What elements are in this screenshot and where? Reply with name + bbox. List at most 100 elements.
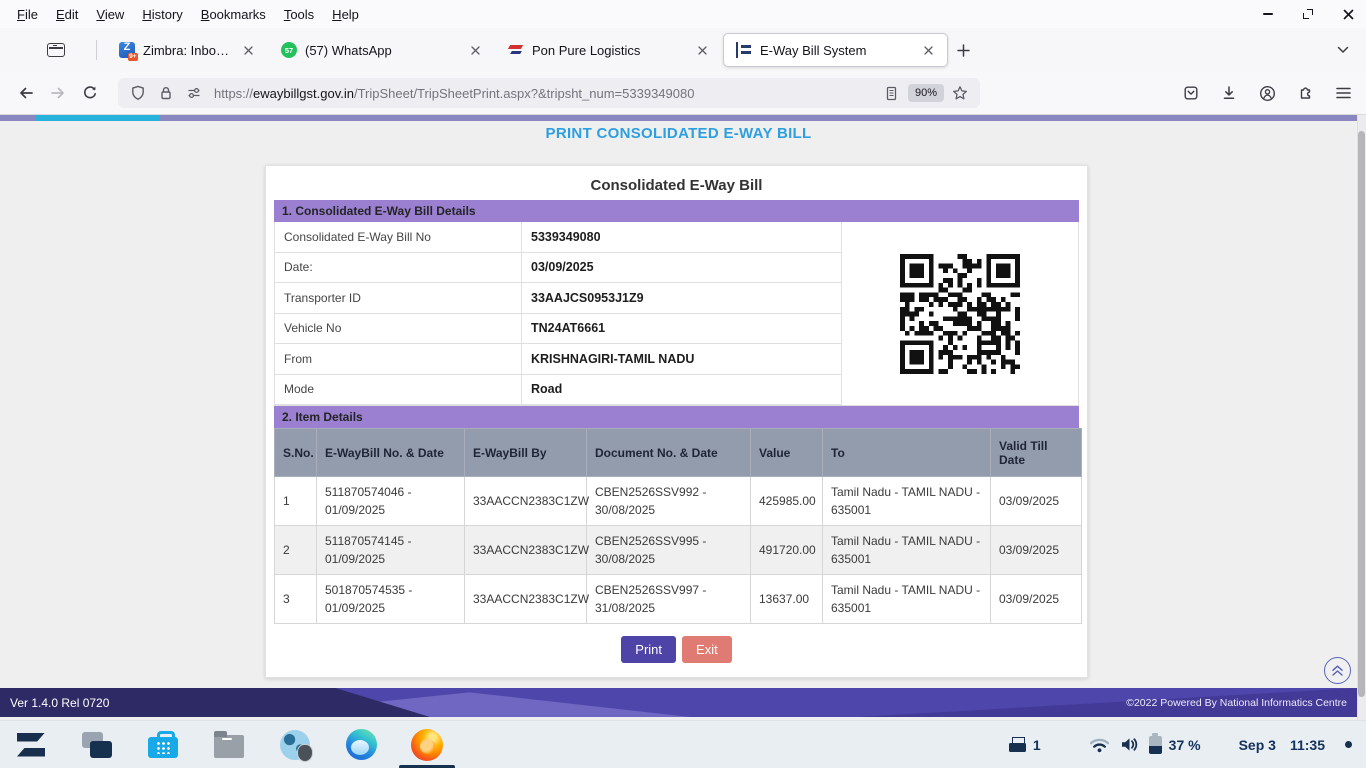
wifi-icon[interactable] — [1089, 737, 1110, 753]
table-row: 2 511870574145 - 01/09/2025 33AACCN2383C… — [275, 526, 1082, 575]
tab-close-button[interactable] — [239, 41, 257, 59]
new-tab-button[interactable] — [948, 35, 978, 65]
zorin-menu-button[interactable] — [14, 728, 48, 762]
page-viewport: PRINT CONSOLIDATED E-WAY BILL Consolidat… — [0, 115, 1366, 720]
url-text: https://ewaybillgst.gov.in/TripSheet/Tri… — [214, 86, 876, 101]
taskbar-date[interactable]: Sep 3 — [1239, 737, 1276, 753]
firefox-view-icon — [47, 43, 65, 57]
col-value: Value — [751, 429, 823, 477]
window-controls — [1260, 0, 1356, 28]
firefox-button-active[interactable] — [410, 728, 444, 762]
card-title: Consolidated E-Way Bill — [274, 172, 1079, 200]
zoom-level-chip[interactable]: 90% — [908, 84, 944, 102]
app-menu-button[interactable] — [1327, 77, 1359, 109]
tab-close-button[interactable] — [919, 41, 937, 59]
pon-pure-favicon — [508, 42, 524, 58]
download-icon — [1221, 85, 1237, 101]
detail-value: KRISHNAGIRI-TAMIL NADU — [521, 344, 841, 375]
minimize-button[interactable] — [1260, 6, 1276, 22]
cell-document-no: CBEN2526SSV995 - 30/08/2025 — [587, 526, 751, 575]
forward-button[interactable] — [42, 77, 74, 109]
scroll-to-top-button[interactable] — [1324, 657, 1351, 684]
whatsapp-count: 57 — [285, 46, 293, 55]
reader-mode-button[interactable] — [880, 81, 904, 105]
plus-icon — [957, 44, 970, 57]
folder-icon — [214, 735, 244, 758]
window-switcher-button[interactable] — [80, 728, 114, 762]
secure-browser-button[interactable] — [278, 728, 312, 762]
menu-view[interactable]: View — [87, 3, 133, 26]
permissions-sliders-icon — [186, 85, 202, 101]
cell-value: 425985.00 — [751, 477, 823, 526]
puzzle-piece-icon — [1297, 85, 1313, 101]
cell-valid-till: 03/09/2025 — [991, 526, 1082, 575]
navigation-toolbar: https://ewaybillgst.gov.in/TripSheet/Tri… — [0, 72, 1366, 115]
exit-button[interactable]: Exit — [682, 636, 732, 663]
firefox-view-button[interactable] — [40, 35, 72, 65]
menu-bookmarks[interactable]: Bookmarks — [192, 3, 275, 26]
tab-close-button[interactable] — [466, 41, 484, 59]
list-all-tabs-button[interactable] — [1328, 35, 1358, 65]
printer-icon[interactable] — [1009, 737, 1026, 752]
bookmark-star-button[interactable] — [948, 81, 972, 105]
tab-whatsapp[interactable]: 57 (57) WhatsApp — [269, 33, 494, 67]
item-details-table: S.No. E-WayBill No. & Date E-WayBill By … — [274, 428, 1082, 624]
tab-pon-pure-logistics[interactable]: Pon Pure Logistics — [496, 33, 721, 67]
taskbar-time[interactable]: 11:35 — [1290, 737, 1325, 753]
tab-title: (57) WhatsApp — [305, 43, 458, 58]
permissions-button[interactable] — [182, 81, 206, 105]
zimbra-favicon: Z 9+ — [119, 42, 135, 58]
software-store-button[interactable] — [146, 728, 180, 762]
extensions-button[interactable] — [1289, 77, 1321, 109]
col-document-no: Document No. & Date — [587, 429, 751, 477]
cell-sno: 2 — [275, 526, 317, 575]
cell-ewaybill-no: 501870574535 - 01/09/2025 — [317, 575, 465, 624]
downloads-button[interactable] — [1213, 77, 1245, 109]
volume-icon[interactable] — [1120, 736, 1139, 753]
connection-secure-button[interactable] — [154, 81, 178, 105]
qr-code — [841, 222, 1078, 405]
close-button[interactable] — [1340, 6, 1356, 22]
cell-valid-till: 03/09/2025 — [991, 575, 1082, 624]
print-button[interactable]: Print — [621, 636, 676, 663]
col-ewaybill-no: E-WayBill No. & Date — [317, 429, 465, 477]
close-icon — [698, 46, 707, 55]
tab-close-button[interactable] — [693, 41, 711, 59]
tracking-protection-button[interactable] — [126, 81, 150, 105]
detail-value: 03/09/2025 — [521, 253, 841, 284]
tab-eway-bill-system-active[interactable]: E-Way Bill System — [723, 33, 948, 67]
menu-edit[interactable]: Edit — [47, 3, 87, 26]
scrollbar-thumb[interactable] — [1358, 131, 1365, 697]
active-app-indicator — [399, 765, 455, 768]
battery-icon[interactable] — [1149, 736, 1162, 754]
account-button[interactable] — [1251, 77, 1283, 109]
detail-label: Date: — [275, 253, 521, 284]
cell-to: Tamil Nadu - TAMIL NADU - 635001 — [823, 526, 991, 575]
zorin-logo-icon — [15, 732, 47, 758]
star-icon — [952, 85, 968, 101]
pocket-button[interactable] — [1175, 77, 1207, 109]
site-footer: Ver 1.4.0 Rel 0720 ©2022 Powered By Nati… — [0, 688, 1357, 717]
lock-icon — [158, 85, 174, 101]
edge-button[interactable] — [344, 728, 378, 762]
eway-favicon — [736, 42, 752, 58]
menu-tools[interactable]: Tools — [275, 3, 323, 26]
file-manager-button[interactable] — [212, 728, 246, 762]
account-icon — [1259, 85, 1276, 102]
eway-bill-card: Consolidated E-Way Bill 1. Consolidated … — [265, 165, 1088, 678]
menu-history[interactable]: History — [133, 3, 191, 26]
back-button[interactable] — [10, 77, 42, 109]
tab-zimbra[interactable]: Z 9+ Zimbra: Inbox (3970) — [107, 33, 267, 67]
restore-button[interactable] — [1300, 6, 1316, 22]
reload-button[interactable] — [74, 77, 106, 109]
zimbra-unread-badge: 9+ — [128, 53, 138, 61]
footer-version: Ver 1.4.0 Rel 0720 — [10, 688, 109, 717]
url-bar[interactable]: https://ewaybillgst.gov.in/TripSheet/Tri… — [118, 78, 980, 108]
cell-ewaybill-no: 511870574145 - 01/09/2025 — [317, 526, 465, 575]
reader-mode-icon — [884, 86, 899, 101]
menu-help[interactable]: Help — [323, 3, 368, 26]
section1-header: 1. Consolidated E-Way Bill Details — [274, 200, 1079, 222]
forward-arrow-icon — [50, 86, 66, 100]
reload-icon — [82, 85, 98, 101]
menu-file[interactable]: File — [8, 3, 47, 26]
